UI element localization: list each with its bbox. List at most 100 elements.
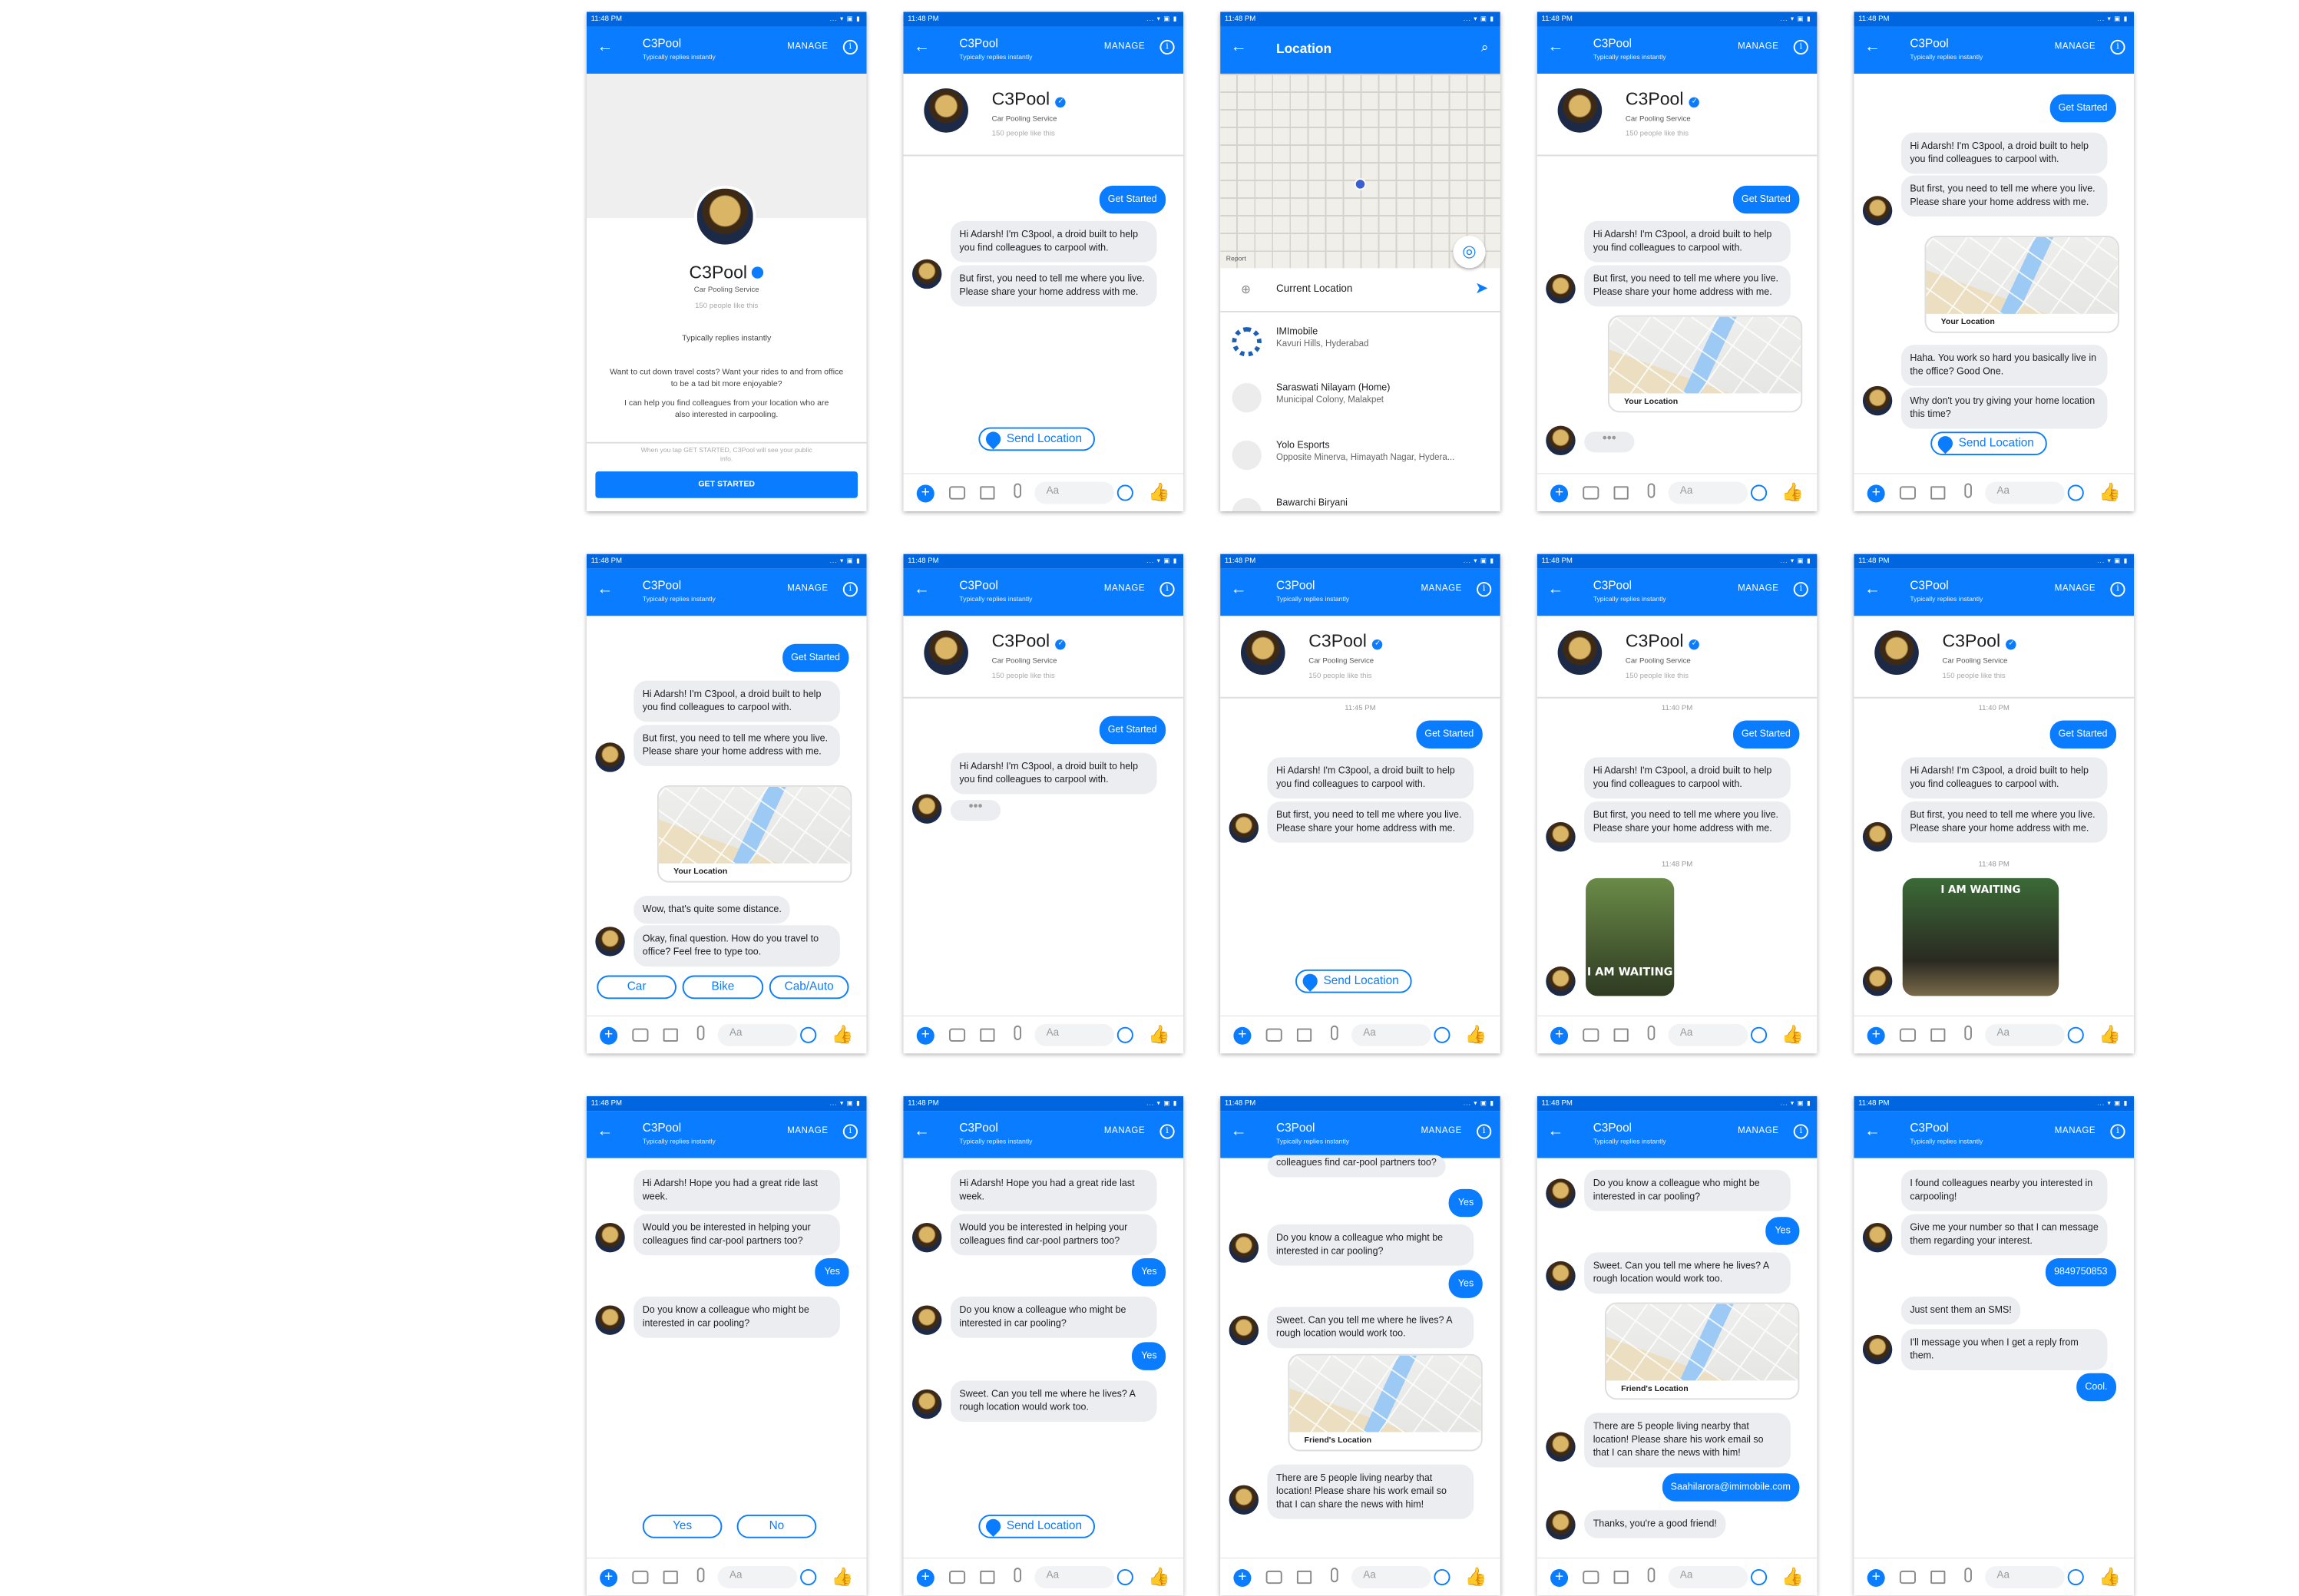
like-icon[interactable]: 👍 <box>831 1024 853 1045</box>
message-input[interactable]: Aa <box>1034 1566 1114 1588</box>
send-location-button[interactable]: Send Location <box>978 427 1096 451</box>
like-icon[interactable]: 👍 <box>1781 1566 1804 1587</box>
like-icon[interactable]: 👍 <box>2099 1566 2121 1587</box>
manage-button[interactable]: MANAGE <box>2055 43 2096 52</box>
emoji-icon[interactable] <box>800 1026 817 1043</box>
message-input[interactable]: Aa <box>1985 1566 2065 1588</box>
info-icon[interactable]: i <box>1793 39 1808 55</box>
emoji-icon[interactable] <box>1751 1568 1768 1586</box>
emoji-icon[interactable] <box>1751 1026 1768 1043</box>
mic-icon[interactable] <box>1647 1568 1656 1583</box>
mic-icon[interactable] <box>1964 1025 1972 1040</box>
send-location-button[interactable]: Send Location <box>978 1514 1096 1538</box>
plus-icon[interactable]: + <box>1550 1568 1569 1588</box>
manage-button[interactable]: MANAGE <box>1421 585 1461 594</box>
current-location-row[interactable]: ⊕ Current Location ➤ <box>1220 268 1500 312</box>
camera-icon[interactable] <box>632 1028 649 1042</box>
friend-location-card[interactable]: Friend's Location <box>1288 1353 1483 1452</box>
camera-icon[interactable] <box>1583 1570 1599 1584</box>
image-icon[interactable] <box>1613 1028 1629 1042</box>
place-row[interactable]: IMImobile Kavuri Hills, Hyderabad <box>1220 319 1500 363</box>
search-icon[interactable]: ⌕ <box>1481 40 1489 56</box>
info-icon[interactable]: i <box>1159 39 1175 55</box>
like-icon[interactable]: 👍 <box>2099 1024 2121 1045</box>
emoji-icon[interactable] <box>800 1568 817 1586</box>
message-input[interactable]: Aa <box>1668 1023 1748 1046</box>
send-icon[interactable]: ➤ <box>1475 279 1489 298</box>
info-icon[interactable]: i <box>842 39 858 55</box>
camera-icon[interactable] <box>948 1570 966 1584</box>
message-input[interactable]: Aa <box>1985 481 2065 504</box>
message-input[interactable]: Aa <box>1034 481 1114 504</box>
emoji-icon[interactable] <box>1434 1568 1451 1586</box>
message-input[interactable]: Aa <box>717 1023 798 1046</box>
info-icon[interactable]: i <box>842 1124 858 1139</box>
send-location-button[interactable]: Send Location <box>1930 431 2048 456</box>
mic-icon[interactable] <box>1331 1025 1338 1040</box>
plus-icon[interactable]: + <box>600 1026 618 1045</box>
back-arrow-icon[interactable]: ← <box>1547 38 1563 56</box>
info-icon[interactable]: i <box>1477 1124 1492 1139</box>
message-input[interactable]: Aa <box>1668 1566 1748 1588</box>
back-arrow-icon[interactable]: ← <box>597 1122 613 1140</box>
manage-button[interactable]: MANAGE <box>1104 1127 1145 1136</box>
camera-icon[interactable] <box>948 486 966 500</box>
image-icon[interactable] <box>663 1028 678 1042</box>
manage-button[interactable]: MANAGE <box>1738 43 1778 52</box>
message-input[interactable]: Aa <box>1034 1023 1114 1046</box>
manage-button[interactable]: MANAGE <box>1421 1127 1461 1136</box>
image-icon[interactable] <box>663 1570 678 1584</box>
image-icon[interactable] <box>1930 1570 1946 1584</box>
like-icon[interactable]: 👍 <box>2099 482 2121 503</box>
camera-icon[interactable] <box>948 1028 966 1042</box>
image-icon[interactable] <box>1613 486 1629 500</box>
mic-icon[interactable] <box>696 1025 705 1040</box>
message-input[interactable]: Aa <box>1351 1023 1431 1046</box>
image-icon[interactable] <box>1296 1570 1312 1584</box>
image-icon[interactable] <box>980 1028 995 1042</box>
like-icon[interactable]: 👍 <box>1148 1566 1170 1587</box>
mic-icon[interactable] <box>1331 1568 1338 1583</box>
quick-reply-car[interactable]: Car <box>597 975 676 1000</box>
message-input[interactable]: Aa <box>717 1566 798 1588</box>
image-icon[interactable] <box>1613 1570 1629 1584</box>
back-arrow-icon[interactable]: ← <box>1231 38 1247 56</box>
plus-icon[interactable]: + <box>1867 1026 1885 1045</box>
place-row[interactable]: Saraswati Nilayam (Home) Municipal Colony… <box>1220 374 1500 418</box>
info-icon[interactable]: i <box>842 582 858 597</box>
gps-icon[interactable]: ◎ <box>1453 236 1486 269</box>
quick-reply-yes[interactable]: Yes <box>642 1514 723 1538</box>
manage-button[interactable]: MANAGE <box>787 1127 828 1136</box>
manage-button[interactable]: MANAGE <box>1738 585 1778 594</box>
info-icon[interactable]: i <box>1793 582 1808 597</box>
manage-button[interactable]: MANAGE <box>787 43 828 52</box>
camera-icon[interactable] <box>1583 486 1599 500</box>
quick-reply-bike[interactable]: Bike <box>682 975 764 1000</box>
bear-meme-image[interactable]: I AM WAITING <box>1902 877 2059 996</box>
location-card[interactable]: Your Location <box>1607 315 1803 413</box>
back-arrow-icon[interactable]: ← <box>597 580 613 598</box>
image-icon[interactable] <box>1930 1028 1946 1042</box>
plus-icon[interactable]: + <box>1233 1026 1252 1045</box>
plus-icon[interactable]: + <box>916 1568 934 1588</box>
info-icon[interactable]: i <box>1159 1124 1175 1139</box>
message-input[interactable]: Aa <box>1351 1566 1431 1588</box>
image-icon[interactable] <box>980 486 995 500</box>
place-row[interactable]: Bawarchi Biryani <box>1220 489 1500 511</box>
camera-icon[interactable] <box>1899 486 1916 500</box>
camera-icon[interactable] <box>1265 1028 1282 1042</box>
back-arrow-icon[interactable]: ← <box>1547 1122 1563 1140</box>
quick-reply-no[interactable]: No <box>736 1514 817 1538</box>
info-icon[interactable]: i <box>1159 582 1175 597</box>
back-arrow-icon[interactable]: ← <box>597 38 613 56</box>
send-location-button[interactable]: Send Location <box>1295 969 1412 993</box>
back-arrow-icon[interactable]: ← <box>1864 580 1881 598</box>
back-arrow-icon[interactable]: ← <box>914 580 930 598</box>
get-started-button[interactable]: GET STARTED <box>595 471 858 498</box>
image-icon[interactable] <box>980 1570 995 1584</box>
report-link[interactable]: Report <box>1226 255 1246 263</box>
emoji-icon[interactable] <box>1116 1026 1133 1043</box>
plus-icon[interactable]: + <box>1550 484 1569 503</box>
mic-icon[interactable] <box>1647 483 1656 498</box>
back-arrow-icon[interactable]: ← <box>914 1122 930 1140</box>
